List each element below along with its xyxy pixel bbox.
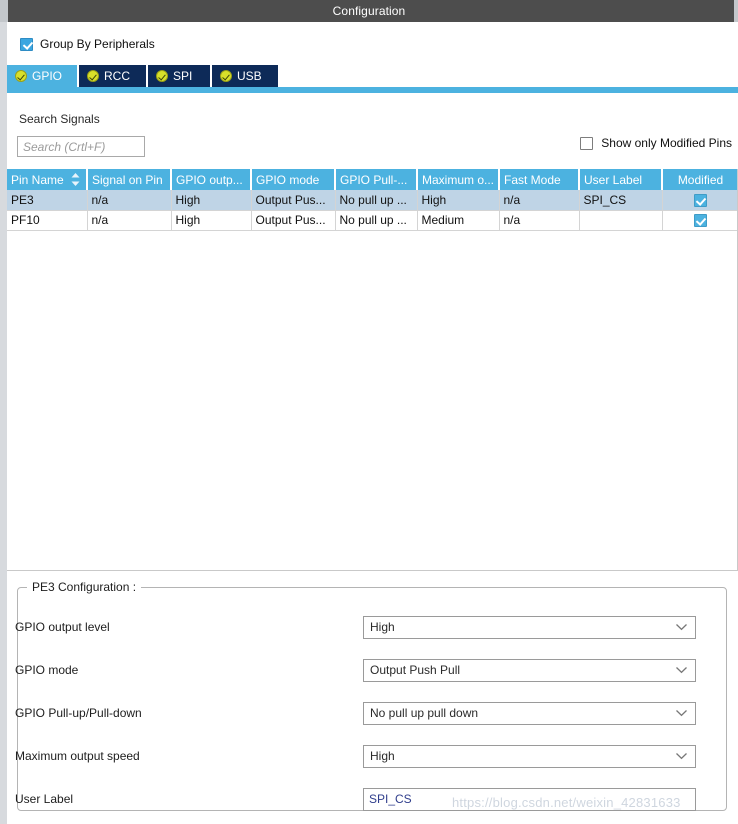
titlebar-right-cap bbox=[734, 0, 738, 22]
tab-rcc[interactable]: RCC bbox=[79, 65, 146, 87]
dropdown-gpio-output-level[interactable]: High bbox=[363, 615, 696, 639]
checkbox-checked-icon bbox=[20, 37, 33, 51]
chevron-down-icon bbox=[676, 710, 687, 717]
tab-gpio-label: GPIO bbox=[32, 69, 63, 83]
column-header-fast-mode[interactable]: Fast Mode bbox=[499, 169, 580, 190]
cell-pin-name: PF10 bbox=[7, 210, 88, 231]
cell-gpio-pull: No pull up ... bbox=[335, 210, 418, 231]
field-gpio-output-level: GPIO output level High bbox=[0, 615, 710, 639]
cell-gpio-output: High bbox=[171, 190, 252, 211]
cell-signal-on-pin: n/a bbox=[87, 190, 172, 211]
cell-user-label bbox=[579, 210, 663, 231]
cell-maximum-output: Medium bbox=[417, 210, 500, 231]
table-row[interactable]: PF10 n/a High Output Pus... No pull up .… bbox=[7, 210, 737, 231]
tab-spi-label: SPI bbox=[173, 69, 193, 83]
cell-fast-mode: n/a bbox=[499, 210, 580, 231]
show-only-modified-pins-label: Show only Modified Pins bbox=[601, 136, 732, 150]
field-user-label: User Label bbox=[0, 787, 710, 811]
tab-underline-bar bbox=[7, 87, 738, 93]
pin-table: Pin Name Signal on Pin GPIO outp... GPIO… bbox=[7, 169, 737, 231]
cell-modified[interactable] bbox=[662, 210, 737, 231]
cell-pin-name: PE3 bbox=[7, 190, 88, 211]
check-circle-icon bbox=[156, 70, 168, 82]
cell-modified[interactable] bbox=[662, 190, 737, 211]
cell-gpio-mode: Output Pus... bbox=[251, 210, 336, 231]
group-by-peripherals-checkbox[interactable]: Group By Peripherals bbox=[20, 37, 155, 51]
tab-gpio[interactable]: GPIO bbox=[7, 65, 77, 87]
column-header-modified[interactable]: Modified bbox=[662, 169, 737, 190]
cell-maximum-output: High bbox=[417, 190, 500, 211]
chevron-down-icon bbox=[676, 667, 687, 674]
cell-gpio-mode: Output Pus... bbox=[251, 190, 336, 211]
check-circle-icon bbox=[15, 70, 27, 82]
check-circle-icon bbox=[87, 70, 99, 82]
column-header-signal-on-pin[interactable]: Signal on Pin bbox=[87, 169, 172, 190]
field-label-maximum-output-speed: Maximum output speed bbox=[15, 749, 140, 763]
chevron-down-icon bbox=[676, 624, 687, 631]
dropdown-gpio-pull-up-pull-down[interactable]: No pull up pull down bbox=[363, 701, 696, 725]
column-header-user-label[interactable]: User Label bbox=[579, 169, 663, 190]
show-only-modified-pins-checkbox[interactable]: Show only Modified Pins bbox=[580, 136, 732, 150]
tab-usb-label: USB bbox=[237, 69, 262, 83]
search-input[interactable] bbox=[17, 136, 145, 157]
search-signals-label: Search Signals bbox=[19, 112, 100, 126]
tab-usb[interactable]: USB bbox=[212, 65, 278, 87]
field-gpio-mode: GPIO mode Output Push Pull bbox=[0, 658, 710, 682]
checkbox-unchecked-icon bbox=[580, 136, 594, 150]
field-label-gpio-output-level: GPIO output level bbox=[15, 620, 110, 634]
window-titlebar: Configuration bbox=[0, 0, 738, 22]
field-label-gpio-mode: GPIO mode bbox=[15, 663, 79, 677]
cell-gpio-pull: No pull up ... bbox=[335, 190, 418, 211]
table-header-row: Pin Name Signal on Pin GPIO outp... GPIO… bbox=[7, 169, 737, 190]
column-header-pin-name[interactable]: Pin Name bbox=[7, 169, 88, 190]
modified-checkbox-icon bbox=[693, 193, 707, 207]
column-header-gpio-mode[interactable]: GPIO mode bbox=[251, 169, 336, 190]
dropdown-value: High bbox=[370, 620, 395, 634]
sort-indicator-icon bbox=[71, 173, 80, 186]
group-by-peripherals-label: Group By Peripherals bbox=[40, 37, 155, 51]
column-header-maximum-output[interactable]: Maximum o... bbox=[417, 169, 500, 190]
dropdown-gpio-mode[interactable]: Output Push Pull bbox=[363, 658, 696, 682]
dropdown-value: Output Push Pull bbox=[370, 663, 461, 677]
field-label-user-label: User Label bbox=[15, 792, 74, 806]
pin-table-container: Pin Name Signal on Pin GPIO outp... GPIO… bbox=[7, 169, 738, 571]
titlebar-left-cap bbox=[0, 0, 8, 22]
column-header-gpio-output[interactable]: GPIO outp... bbox=[171, 169, 252, 190]
column-header-gpio-pull[interactable]: GPIO Pull-... bbox=[335, 169, 418, 190]
dropdown-maximum-output-speed[interactable]: High bbox=[363, 744, 696, 768]
field-maximum-output-speed: Maximum output speed High bbox=[0, 744, 710, 768]
cell-gpio-output: High bbox=[171, 210, 252, 231]
check-circle-icon bbox=[220, 70, 232, 82]
user-label-input[interactable] bbox=[363, 787, 696, 811]
tab-spi[interactable]: SPI bbox=[148, 65, 210, 87]
cell-signal-on-pin: n/a bbox=[87, 210, 172, 231]
field-label-gpio-pull-up-pull-down: GPIO Pull-up/Pull-down bbox=[15, 706, 142, 720]
configuration-window: Configuration Group By Peripherals GPIO … bbox=[0, 0, 738, 824]
cell-user-label: SPI_CS bbox=[579, 190, 663, 211]
peripheral-tabbar: GPIO RCC SPI USB bbox=[7, 65, 738, 87]
cell-fast-mode: n/a bbox=[499, 190, 580, 211]
window-title: Configuration bbox=[332, 4, 406, 18]
table-row[interactable]: PE3 n/a High Output Pus... No pull up ..… bbox=[7, 190, 737, 211]
dropdown-value: No pull up pull down bbox=[370, 706, 479, 720]
dropdown-value: High bbox=[370, 749, 395, 763]
pin-configuration-title: PE3 Configuration : bbox=[27, 580, 142, 594]
chevron-down-icon bbox=[676, 753, 687, 760]
modified-checkbox-icon bbox=[693, 214, 707, 228]
field-gpio-pull-up-pull-down: GPIO Pull-up/Pull-down No pull up pull d… bbox=[0, 701, 710, 725]
tab-rcc-label: RCC bbox=[104, 69, 130, 83]
